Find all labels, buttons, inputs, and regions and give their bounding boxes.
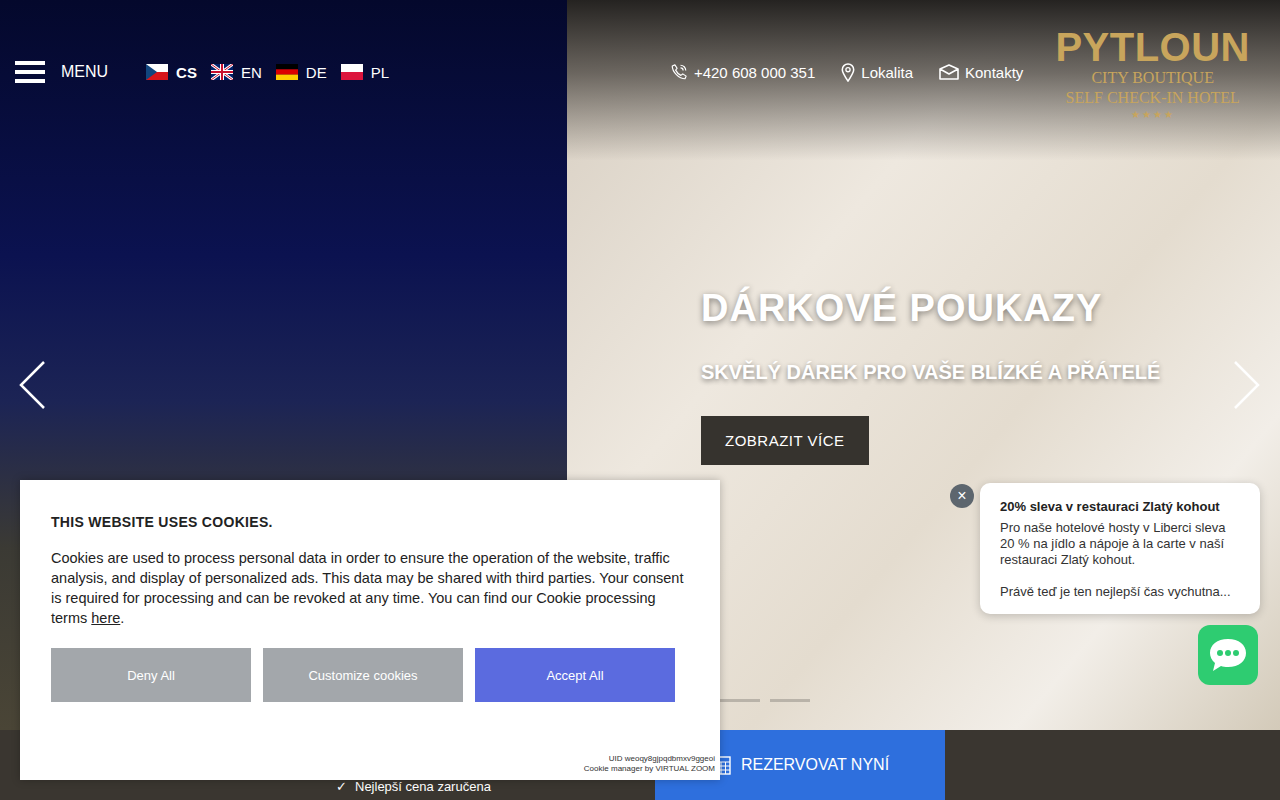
slide-caption: DÁRKOVÉ POUKAZY SKVĚLÝ DÁREK PRO VAŠE BL… [701, 284, 1160, 465]
cookie-banner: THIS WEBSITE USES COOKIES. Cookies are u… [20, 480, 720, 780]
logo-stars: ★★★★ [1131, 108, 1175, 122]
chat-button[interactable] [1198, 625, 1258, 685]
pl-flag-icon [341, 64, 363, 80]
slider-dot[interactable] [770, 699, 810, 702]
slide-subtitle: SKVĚLÝ DÁREK PRO VAŠE BLÍZKÉ A PŘÁTELÉ [701, 358, 1160, 386]
hamburger-icon [15, 60, 45, 84]
language-item[interactable]: CS [146, 64, 197, 81]
cookie-credit: Cookie manager by VIRTUAL ZOOM [584, 764, 715, 774]
logo-line: CITY BOUTIQUE [1091, 68, 1214, 88]
cookie-button[interactable]: Accept All [475, 648, 675, 702]
hotel-logo[interactable]: PYTLOUN CITY BOUTIQUE SELF CHECK-IN HOTE… [1055, 22, 1250, 122]
chevron-right-icon [1233, 360, 1261, 410]
language-item[interactable]: DE [276, 64, 327, 81]
slide-title: DÁRKOVÉ POUKAZY [701, 284, 1102, 332]
promo-text: Pro naše hotelové hosty v Liberci sleva … [1000, 520, 1240, 568]
chevron-left-icon [18, 360, 46, 410]
slider-dot[interactable] [720, 699, 760, 702]
cookie-buttons: Deny AllCustomize cookiesAccept All [51, 648, 689, 702]
cookie-footer: UID weoqy8gjpqdbmxv9ggeoi Cookie manager… [584, 754, 715, 774]
cookie-button[interactable]: Deny All [51, 648, 251, 702]
chat-bubble-icon [1208, 637, 1248, 673]
language-label: CS [176, 64, 197, 81]
language-item[interactable]: PL [341, 64, 389, 81]
contact-link[interactable]: +420 608 000 351 [670, 63, 815, 82]
promo-title: 20% sleva v restauraci Zlatý kohout [1000, 498, 1240, 516]
language-label: PL [371, 64, 389, 81]
menu-label: MENU [61, 63, 108, 81]
language-item[interactable]: EN [211, 64, 262, 81]
contact-label: Lokalita [861, 64, 913, 81]
cookie-uid: UID weoqy8gjpqdbmxv9ggeoi [584, 754, 715, 764]
menu-button[interactable]: MENU [15, 60, 108, 84]
contact-label: Kontakty [965, 64, 1023, 81]
contact-label: +420 608 000 351 [694, 64, 815, 81]
cookie-button[interactable]: Customize cookies [263, 648, 463, 702]
contact-link[interactable]: Lokalita [841, 63, 913, 82]
cookie-terms-link[interactable]: here [91, 610, 120, 626]
cookie-text: Cookies are used to process personal dat… [51, 548, 689, 628]
language-label: DE [306, 64, 327, 81]
bar-right [945, 730, 1280, 800]
page: MENU CS EN DE PL +420 608 000 351 Lokali… [0, 0, 1280, 800]
logo-name: PYTLOUN [1055, 26, 1250, 68]
header-left: MENU CS EN DE PL [15, 60, 389, 84]
cz-flag-icon [146, 64, 168, 80]
contact-list: +420 608 000 351 Lokalita Kontakty [670, 63, 1023, 82]
cookie-title: THIS WEBSITE USES COOKIES. [51, 514, 689, 530]
location-pin-icon [841, 63, 855, 82]
de-flag-icon [276, 64, 298, 80]
language-list: CS EN DE PL [146, 64, 389, 81]
benefit-text: Nejlepší cena zaručena [355, 779, 491, 794]
previous-slide-button[interactable] [18, 360, 46, 413]
gb-flag-icon [211, 64, 233, 80]
language-label: EN [241, 64, 262, 81]
contact-link[interactable]: Kontakty [939, 63, 1023, 82]
envelope-icon [939, 64, 959, 80]
next-slide-button[interactable] [1233, 360, 1261, 413]
promo-close-button[interactable]: × [950, 484, 974, 508]
check-mark: ✓ [336, 779, 347, 794]
promo-more: Právě teď je ten nejlepší čas vychutna..… [1000, 584, 1240, 600]
reserve-label: REZERVOVAT NYNÍ [741, 756, 889, 774]
phone-icon [670, 63, 688, 81]
header-right: +420 608 000 351 Lokalita Kontakty PYTLO… [670, 22, 1250, 122]
show-more-button[interactable]: ZOBRAZIT VÍCE [701, 416, 869, 465]
header: MENU CS EN DE PL +420 608 000 351 Lokali… [0, 0, 1280, 144]
promo-popup: × 20% sleva v restauraci Zlatý kohout Pr… [980, 483, 1260, 614]
logo-line: SELF CHECK-IN HOTEL [1066, 88, 1240, 108]
